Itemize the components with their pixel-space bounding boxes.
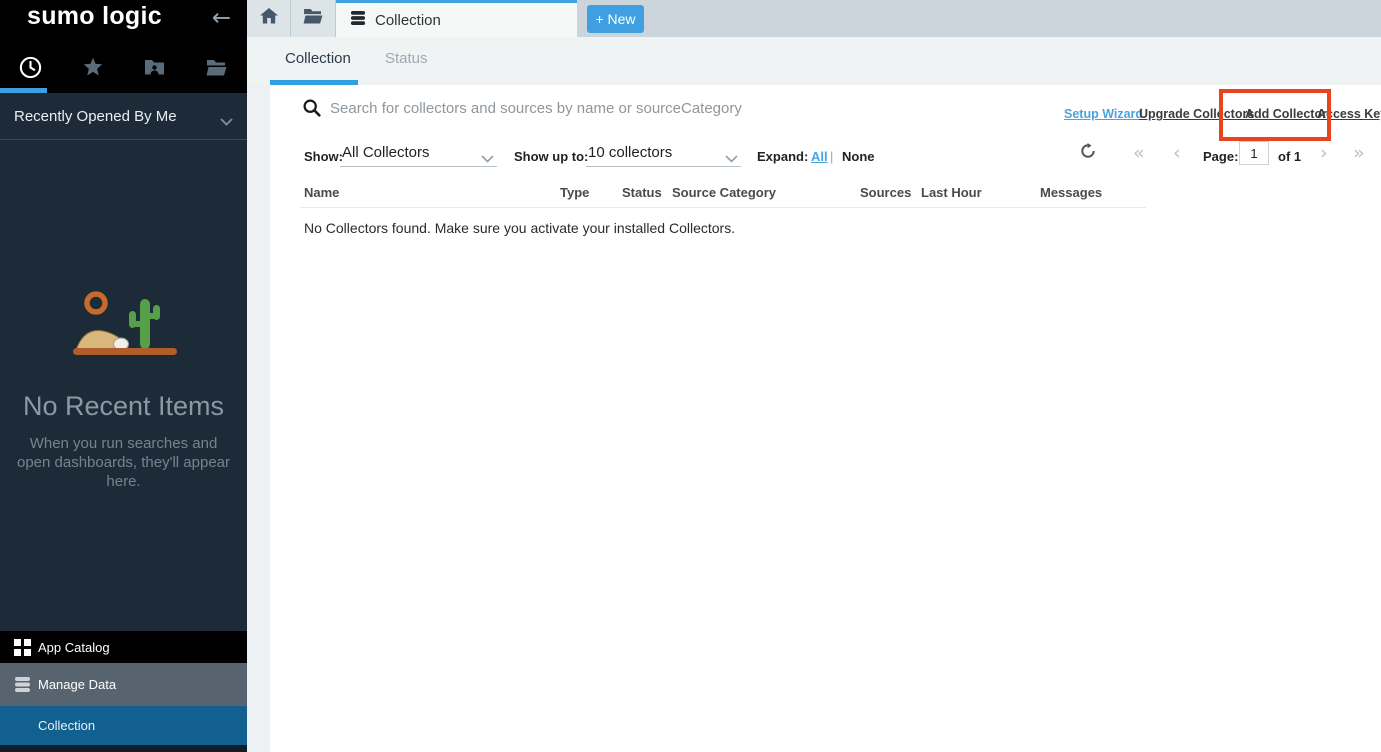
sidebar-nav-icons — [0, 50, 247, 84]
page-number-input[interactable] — [1239, 141, 1269, 165]
show-up-to-select[interactable]: 10 collectors — [586, 140, 741, 167]
column-header-name: Name — [304, 185, 339, 200]
show-up-to-label: Show up to: — [514, 149, 588, 164]
collection-document-tab[interactable]: Collection — [336, 0, 577, 37]
show-filter-label: Show: — [304, 149, 343, 164]
chevron-down-icon — [725, 150, 738, 167]
expand-label: Expand: — [757, 149, 808, 164]
expand-all-link[interactable]: All — [811, 149, 828, 164]
favorites-star-icon[interactable] — [62, 50, 124, 84]
setup-wizard-link[interactable]: Setup Wizard — [1064, 107, 1143, 121]
access-keys-link[interactable]: Access Keys — [1317, 107, 1381, 121]
home-button[interactable] — [247, 0, 291, 37]
expand-none-link[interactable]: None — [842, 149, 875, 164]
pagination-next-button[interactable]: › — [1320, 142, 1328, 164]
page-label: Page: — [1203, 149, 1238, 164]
show-filter-value: All Collectors — [342, 144, 430, 161]
top-tab-strip: Collection + New — [247, 0, 1381, 37]
sidebar-header: sumo logic ← — [0, 0, 247, 93]
column-header-type: Type — [560, 185, 589, 200]
column-header-source-category: Source Category — [672, 185, 776, 200]
collection-content-panel: Setup Wizard Upgrade Collectors Add Coll… — [270, 85, 1381, 752]
no-recent-items-description: When you run searches and open dashboard… — [13, 434, 235, 491]
no-collectors-message: No Collectors found. Make sure you activ… — [304, 220, 735, 236]
no-recent-items-title: No Recent Items — [0, 391, 247, 422]
chevron-down-icon — [220, 113, 233, 131]
collection-subtabs: Collection Status — [247, 37, 1381, 85]
new-button-label: + New — [595, 11, 635, 27]
sidebar-item-manage-data[interactable]: Manage Data — [0, 663, 247, 706]
new-button[interactable]: + New — [587, 5, 644, 33]
show-up-to-value: 10 collectors — [588, 144, 672, 161]
pagination-prev-button[interactable]: ‹ — [1173, 142, 1181, 164]
recently-opened-label: Recently Opened By Me — [14, 93, 177, 140]
library-folder-icon[interactable] — [185, 50, 247, 84]
pagination-last-button[interactable]: » — [1353, 142, 1365, 164]
column-header-sources: Sources — [860, 185, 911, 200]
show-filter-select[interactable]: All Collectors — [340, 140, 497, 167]
sidebar-item-label: Manage Data — [38, 677, 116, 692]
refresh-icon[interactable] — [1080, 143, 1096, 164]
table-header-divider — [300, 207, 1146, 208]
column-header-last-hour: Last Hour — [921, 185, 982, 200]
sidebar-item-collection[interactable]: Collection — [0, 706, 247, 745]
sidebar-item-label: Collection — [38, 718, 95, 733]
personal-folder-icon[interactable] — [124, 50, 186, 84]
library-button[interactable] — [291, 0, 336, 37]
search-icon — [303, 99, 321, 122]
pagination-first-button[interactable]: « — [1133, 142, 1145, 164]
left-sidebar: sumo logic ← Recently Opened By Me — [0, 0, 247, 752]
desert-cactus-illustration — [63, 288, 185, 366]
open-folder-icon — [303, 8, 323, 29]
recent-clock-icon[interactable] — [0, 50, 62, 84]
tab-status[interactable]: Status — [385, 50, 428, 67]
add-collector-link[interactable]: Add Collector — [1245, 107, 1327, 121]
chevron-down-icon — [481, 150, 494, 167]
expand-separator: | — [830, 149, 833, 164]
search-input[interactable] — [330, 95, 950, 121]
tab-collection[interactable]: Collection — [285, 50, 351, 67]
database-icon — [350, 10, 366, 30]
sidebar-bottom-strip — [0, 745, 247, 752]
column-header-status: Status — [622, 185, 662, 200]
page-of-label: of 1 — [1278, 149, 1301, 164]
collapse-sidebar-button[interactable]: ← — [212, 5, 231, 31]
recently-opened-dropdown[interactable]: Recently Opened By Me — [0, 93, 247, 140]
sidebar-item-label: App Catalog — [38, 640, 110, 655]
grid-icon — [14, 639, 31, 656]
home-icon — [260, 8, 278, 29]
sumo-logic-logo: sumo logic — [27, 2, 162, 31]
document-tab-label: Collection — [375, 12, 441, 29]
column-header-messages: Messages — [1040, 185, 1102, 200]
upgrade-collectors-link[interactable]: Upgrade Collectors — [1139, 107, 1254, 121]
database-icon — [14, 676, 31, 693]
sidebar-item-app-catalog[interactable]: App Catalog — [0, 631, 247, 663]
sidebar-empty-state: No Recent Items When you run searches an… — [0, 288, 247, 491]
